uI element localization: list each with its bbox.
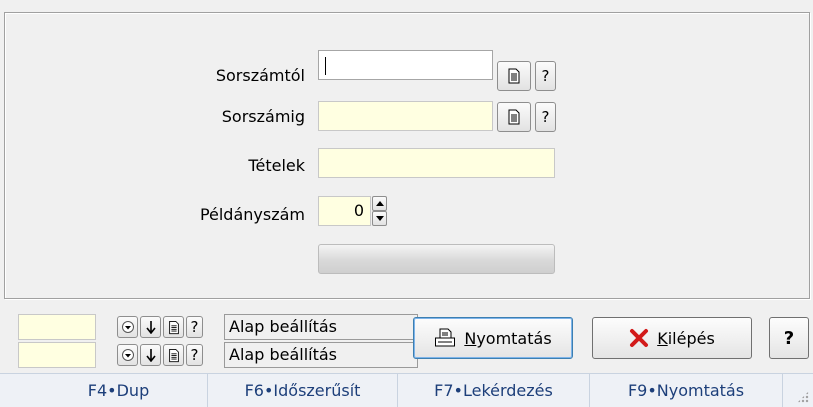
from-help-button[interactable]: ? (535, 61, 556, 91)
to-lookup-button[interactable] (497, 102, 531, 132)
status-f4-dup[interactable]: F4•Dup (30, 374, 208, 407)
setting-name: Alap beállítás (224, 314, 418, 340)
dropdown-button[interactable] (117, 316, 138, 338)
setting-help-button[interactable]: ? (186, 344, 203, 366)
document-icon (508, 68, 520, 84)
spin-up-button[interactable] (372, 196, 387, 211)
items-input[interactable] (318, 148, 555, 178)
setting-name: Alap beállítás (224, 342, 418, 368)
text-caret (325, 57, 326, 75)
exit-button[interactable]: Kilépés (592, 317, 752, 359)
to-help-button[interactable]: ? (535, 102, 556, 132)
help-question-icon: ? (190, 318, 199, 336)
spin-down-button[interactable] (372, 211, 387, 226)
settings-input[interactable] (18, 314, 96, 340)
up-arrow-icon (375, 201, 384, 206)
printer-icon (435, 328, 456, 347)
help-question-icon: ? (541, 108, 550, 126)
help-question-icon: ? (541, 67, 550, 85)
print-button[interactable]: Nyomtatás (413, 317, 573, 359)
help-question-icon: ? (190, 346, 199, 364)
exit-button-label: Kilépés (657, 328, 715, 348)
status-bar: F4•Dup F6•Időszerűsít F7•Lekérdezés F9•N… (0, 373, 813, 407)
settings-input[interactable] (18, 342, 96, 368)
down-arrow-icon (145, 321, 156, 334)
items-label: Tételek (248, 156, 305, 175)
status-f9-print[interactable]: F9•Nyomtatás (590, 374, 783, 407)
progress-bar (318, 244, 555, 274)
help-question-icon: ? (783, 327, 795, 349)
down-arrow-icon (145, 349, 156, 362)
dropdown-arrow-icon (121, 349, 134, 361)
red-x-icon (630, 329, 649, 347)
dropdown-button[interactable] (117, 344, 138, 366)
setting-help-button[interactable]: ? (186, 316, 203, 338)
setting-document-button[interactable] (163, 316, 184, 338)
document-icon (168, 320, 179, 334)
document-icon (508, 109, 520, 125)
resize-grip-icon[interactable] (797, 391, 809, 403)
document-icon (168, 348, 179, 362)
copies-spinner[interactable]: 0 (318, 196, 388, 226)
setting-document-button[interactable] (163, 344, 184, 366)
down-arrow-icon (375, 216, 384, 221)
load-setting-button[interactable] (140, 316, 161, 338)
load-setting-button[interactable] (140, 344, 161, 366)
from-number-label: Sorszámtól (215, 66, 305, 85)
status-f6-refresh[interactable]: F6•Időszerűsít (208, 374, 398, 407)
dropdown-arrow-icon (121, 321, 134, 333)
from-number-input[interactable] (318, 50, 493, 80)
status-f7-query[interactable]: F7•Lekérdezés (398, 374, 590, 407)
from-lookup-button[interactable] (497, 61, 531, 91)
print-button-label: Nyomtatás (464, 328, 552, 348)
copies-value[interactable]: 0 (318, 196, 371, 226)
to-number-label: Sorszámig (221, 107, 305, 126)
help-button[interactable]: ? (769, 317, 809, 359)
copies-label: Példányszám (199, 205, 305, 224)
to-number-input[interactable] (318, 101, 493, 131)
